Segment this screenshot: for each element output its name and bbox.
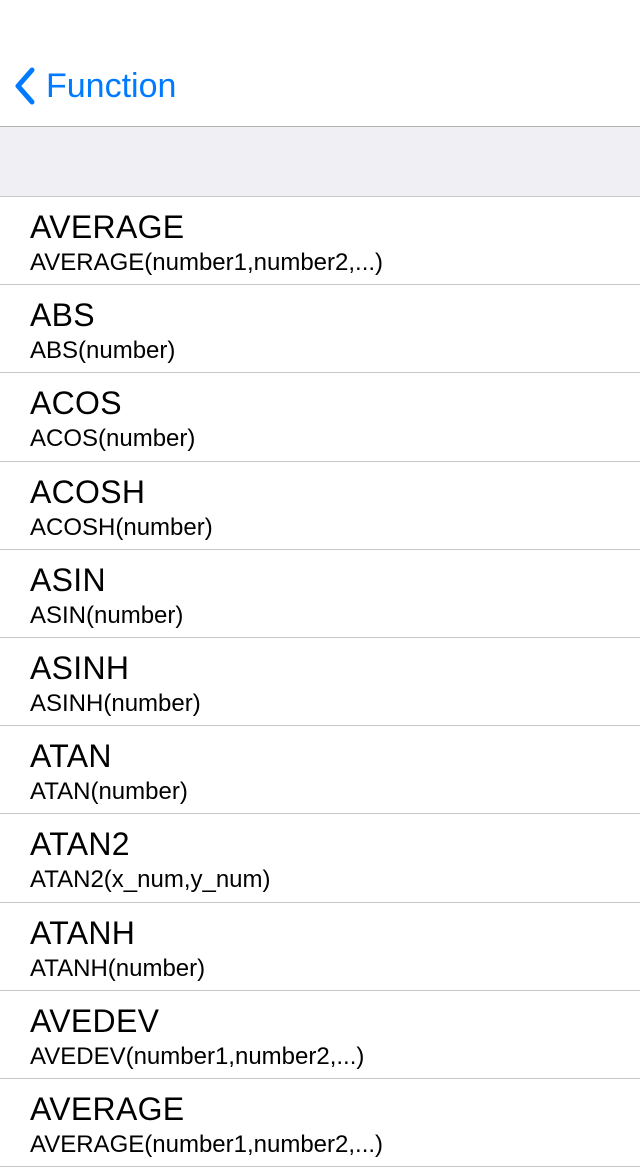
function-signature: ATAN(number) [30,776,640,807]
function-name: AVEDEV [30,1001,640,1041]
function-signature: AVERAGE(number1,number2,...) [30,247,640,278]
function-item-atan2[interactable]: ATAN2 ATAN2(x_num,y_num) [0,814,640,902]
function-signature: ATANH(number) [30,953,640,984]
function-item-acos[interactable]: ACOS ACOS(number) [0,373,640,461]
function-item-asin[interactable]: ASIN ASIN(number) [0,550,640,638]
function-name: ATAN [30,736,640,776]
function-signature: ABS(number) [30,335,640,366]
function-name: ATANH [30,913,640,953]
function-name: ATAN2 [30,824,640,864]
function-signature: ACOS(number) [30,423,640,454]
function-signature: ATAN2(x_num,y_num) [30,864,640,895]
section-header [0,127,640,197]
function-item-atan[interactable]: ATAN ATAN(number) [0,726,640,814]
chevron-left-icon [12,66,36,106]
function-signature: AVERAGE(number1,number2,...) [30,1129,640,1160]
back-label: Function [46,67,176,106]
function-name: ACOS [30,383,640,423]
function-signature: ASIN(number) [30,600,640,631]
nav-bar: Function [0,0,640,127]
function-name: ASINH [30,648,640,688]
function-item-acosh[interactable]: ACOSH ACOSH(number) [0,462,640,550]
function-list: AVERAGE AVERAGE(number1,number2,...) ABS… [0,197,640,1167]
function-item-average[interactable]: AVERAGE AVERAGE(number1,number2,...) [0,197,640,285]
function-signature: ACOSH(number) [30,512,640,543]
function-item-average-2[interactable]: AVERAGE AVERAGE(number1,number2,...) [0,1079,640,1167]
function-signature: AVEDEV(number1,number2,...) [30,1041,640,1072]
function-item-atanh[interactable]: ATANH ATANH(number) [0,903,640,991]
back-button[interactable]: Function [12,66,176,106]
function-name: AVERAGE [30,1089,640,1129]
function-name: ABS [30,295,640,335]
function-name: ACOSH [30,472,640,512]
function-item-avedev[interactable]: AVEDEV AVEDEV(number1,number2,...) [0,991,640,1079]
function-item-abs[interactable]: ABS ABS(number) [0,285,640,373]
function-signature: ASINH(number) [30,688,640,719]
function-name: ASIN [30,560,640,600]
function-item-asinh[interactable]: ASINH ASINH(number) [0,638,640,726]
function-name: AVERAGE [30,207,640,247]
